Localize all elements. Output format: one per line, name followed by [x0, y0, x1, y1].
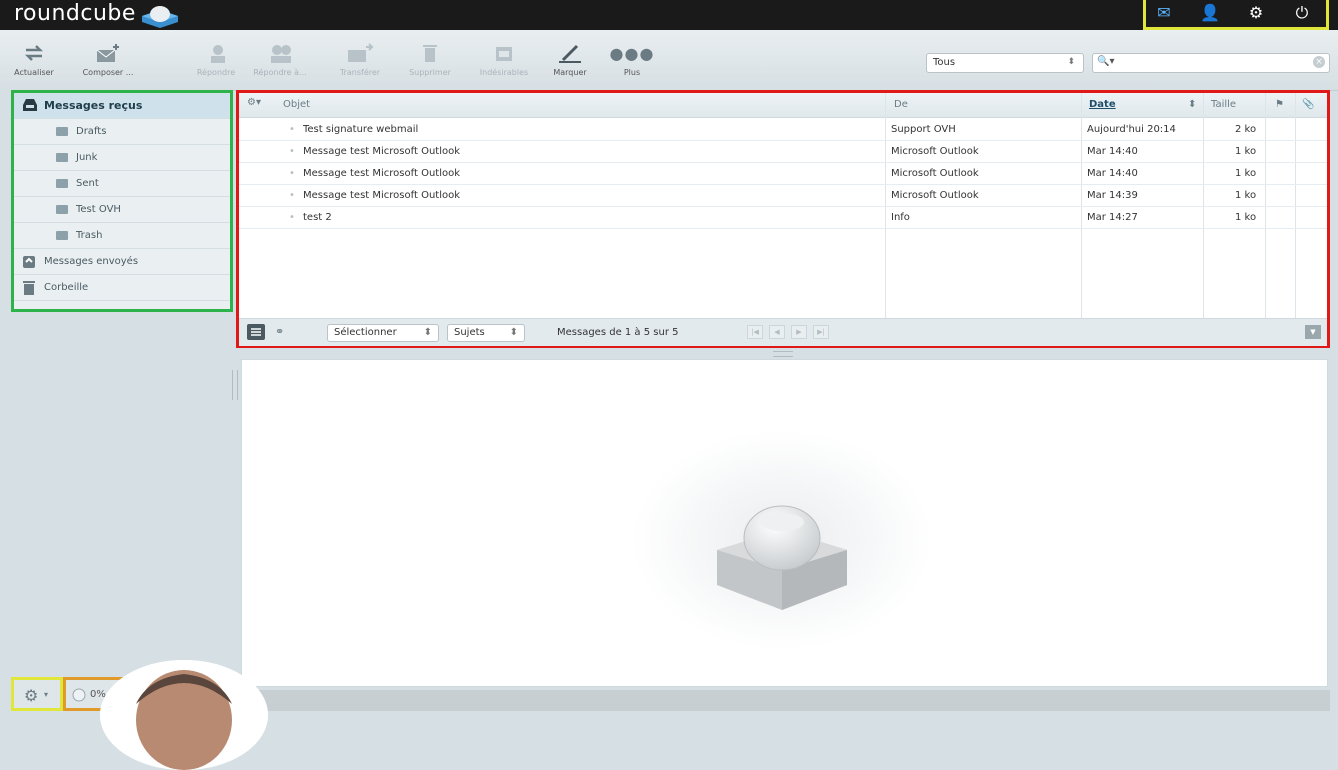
folder-settings-button[interactable]: ⚙ ▾ [11, 677, 63, 711]
first-page-icon[interactable]: |◀ [747, 325, 763, 339]
compose-button[interactable]: Composer ... [78, 38, 138, 77]
table-row[interactable]: • Message test Microsoft Outlook Microso… [239, 185, 1327, 207]
app-logo: roundcube [14, 1, 136, 26]
trash-icon [23, 281, 35, 295]
preview-splitter[interactable] [773, 351, 793, 357]
folder-inbox[interactable]: Messages reçus [14, 93, 230, 119]
table-row[interactable]: • test 2 Info Mar 14:27 1 ko [239, 207, 1327, 229]
header-bar: roundcube ✉ 👤 ⚙ ⏻ [0, 0, 1338, 30]
attachment-column-icon[interactable]: 📎 [1302, 99, 1314, 110]
threads-icon[interactable]: ⚭ [275, 325, 284, 338]
presenter-webcam [100, 660, 268, 770]
message-list: ⚙▾ Objet De Date ⬍ Taille ⚑ 📎 • Test sig… [236, 90, 1330, 348]
table-row[interactable]: • Message test Microsoft Outlook Microso… [239, 163, 1327, 185]
folder-junk[interactable]: Junk [14, 145, 230, 171]
flag-column-icon[interactable]: ⚑ [1275, 99, 1284, 110]
folder-drafts[interactable]: Drafts [14, 119, 230, 145]
chevron-down-icon: ▾ [44, 690, 49, 699]
status-bar [236, 690, 1330, 711]
column-size[interactable]: Taille [1211, 99, 1236, 110]
folder-corbeille[interactable]: Corbeille [14, 275, 230, 301]
search-icon: 🔍▾ [1097, 56, 1115, 67]
folder-icon [56, 127, 68, 136]
sent-icon [23, 256, 35, 268]
filter-select[interactable]: Tous ⬍ [926, 53, 1084, 73]
refresh-icon [24, 45, 44, 61]
mark-button[interactable]: Marquer [540, 38, 600, 77]
clear-search-icon[interactable]: × [1313, 56, 1325, 68]
roundcube-watermark-icon [632, 430, 932, 650]
reply-all-button[interactable]: Répondre à... [250, 38, 310, 77]
prev-page-icon[interactable]: ◀ [769, 325, 785, 339]
toggle-preview-icon[interactable]: ▼ [1305, 325, 1321, 339]
folder-sent-messages[interactable]: Messages envoyés [14, 249, 230, 275]
refresh-button[interactable]: Actualiser [4, 38, 64, 77]
more-button[interactable]: ●●● Plus [602, 38, 662, 78]
reply-icon [211, 45, 225, 63]
table-row[interactable]: • Test signature webmail Support OVH Auj… [239, 119, 1327, 141]
search-input[interactable]: 🔍▾ × [1092, 53, 1330, 73]
trash-icon [423, 45, 437, 62]
delete-button[interactable]: Supprimer [400, 38, 460, 77]
column-subject[interactable]: Objet [283, 99, 310, 110]
gear-icon: ⚙ [24, 686, 39, 705]
folder-list: Messages reçus Drafts Junk Sent Test OVH… [11, 90, 233, 312]
column-from[interactable]: De [894, 99, 908, 110]
reply-all-icon [271, 45, 291, 63]
quota-pie-icon [72, 688, 86, 702]
select-dropdown[interactable]: Sélectionner ⬍ [327, 324, 439, 342]
folder-test-ovh[interactable]: Test OVH [14, 197, 230, 223]
list-view-icon[interactable] [247, 324, 265, 340]
threads-dropdown[interactable]: Sujets ⬍ [447, 324, 525, 342]
forward-icon [348, 43, 374, 62]
folder-sent[interactable]: Sent [14, 171, 230, 197]
spam-button[interactable]: Indésirables [474, 38, 534, 77]
message-list-footer: ⚭ Sélectionner ⬍ Sujets ⬍ Messages de 1 … [239, 318, 1327, 346]
folder-icon [56, 205, 68, 214]
folder-icon [56, 153, 68, 162]
folder-trash[interactable]: Trash [14, 223, 230, 249]
mark-icon [559, 44, 581, 63]
compose-icon [96, 44, 119, 62]
table-row[interactable]: • Message test Microsoft Outlook Microso… [239, 141, 1327, 163]
person-photo [100, 660, 268, 770]
preview-pane [241, 359, 1328, 687]
folder-icon [56, 231, 68, 240]
sidebar-splitter[interactable] [232, 370, 238, 400]
contacts-icon[interactable]: 👤 [1198, 2, 1222, 24]
logout-icon[interactable]: ⏻ [1290, 2, 1314, 24]
last-page-icon[interactable]: ▶| [813, 325, 829, 339]
top-nav: ✉ 👤 ⚙ ⏻ [1143, 0, 1329, 30]
reply-button[interactable]: Répondre [186, 38, 246, 77]
select-arrow-icon: ⬍ [423, 327, 432, 338]
message-list-header: ⚙▾ Objet De Date ⬍ Taille ⚑ 📎 [239, 93, 1327, 118]
sort-icon: ⬍ [1188, 99, 1197, 110]
folder-icon [56, 179, 68, 188]
settings-icon[interactable]: ⚙ [1244, 2, 1268, 24]
column-date[interactable]: Date [1089, 99, 1116, 110]
mail-icon[interactable]: ✉ [1152, 2, 1176, 24]
forward-button[interactable]: Transférer [330, 38, 390, 77]
more-icon: ●●● [609, 43, 655, 63]
message-count: Messages de 1 à 5 sur 5 [557, 327, 679, 338]
spam-icon [496, 47, 512, 61]
select-arrow-icon: ⬍ [1067, 57, 1075, 67]
roundcube-logo-icon [142, 6, 178, 28]
inbox-icon [23, 99, 37, 111]
select-arrow-icon: ⬍ [509, 327, 518, 338]
next-page-icon[interactable]: ▶ [791, 325, 807, 339]
list-options-icon[interactable]: ⚙▾ [247, 97, 261, 108]
